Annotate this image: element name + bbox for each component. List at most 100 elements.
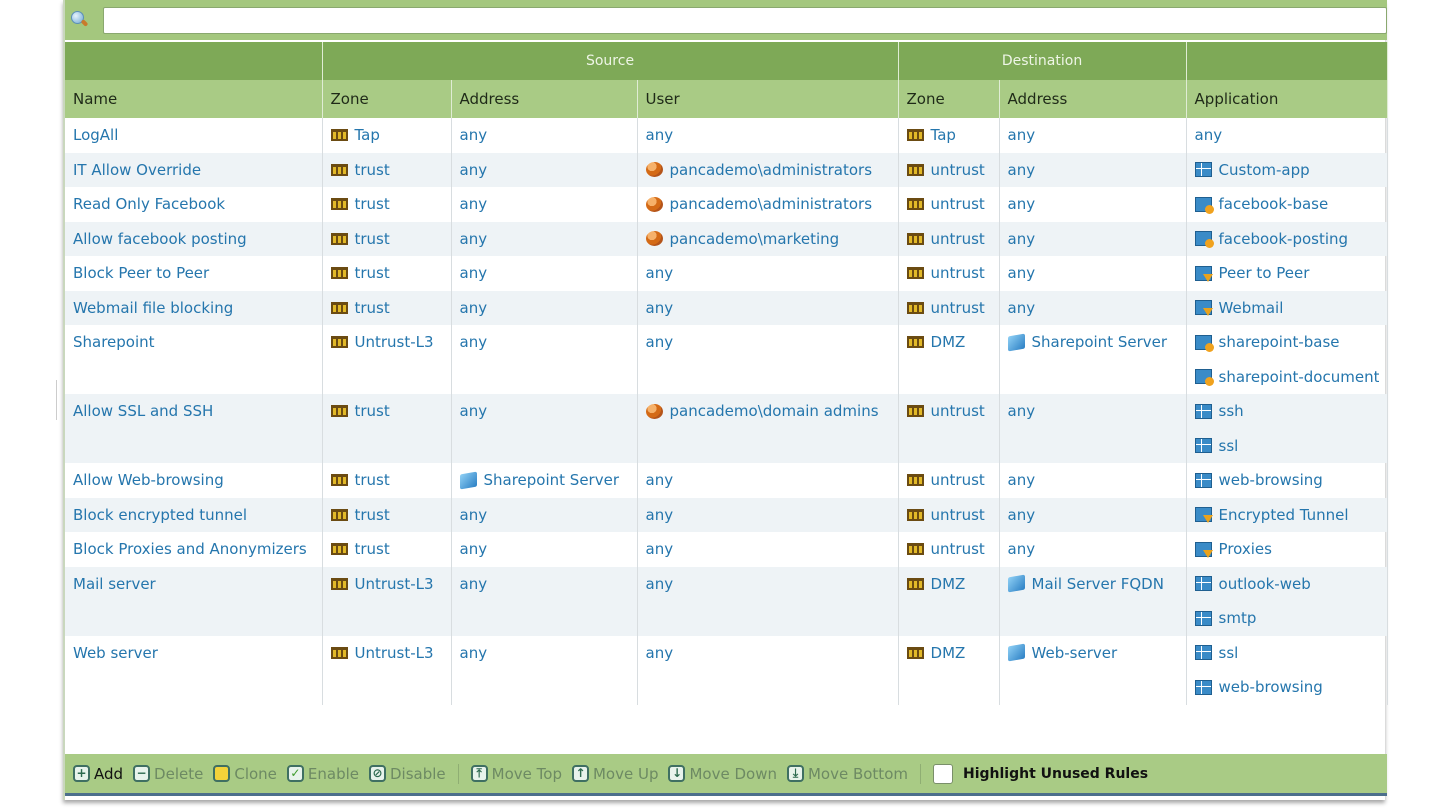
source-address[interactable]: any: [460, 187, 629, 222]
table-row[interactable]: Allow facebook posting trust any pancademo\…: [65, 221, 1388, 257]
source-address[interactable]: any: [460, 567, 629, 602]
rule-name[interactable]: IT Allow Override: [73, 153, 314, 188]
column-header-source-zone[interactable]: Zone: [322, 80, 452, 118]
clone-button[interactable]: Clone: [213, 765, 277, 783]
source-zone[interactable]: trust: [330, 532, 443, 567]
source-user[interactable]: pancademo\domain admins: [645, 394, 890, 429]
source-user[interactable]: any: [646, 532, 890, 567]
rule-name[interactable]: Allow facebook posting: [73, 222, 314, 257]
application[interactable]: ssl: [1194, 636, 1379, 671]
rule-name[interactable]: Block Peer to Peer: [73, 256, 314, 291]
destination-zone[interactable]: untrust: [906, 463, 991, 498]
source-address[interactable]: any: [460, 256, 629, 291]
destination-zone[interactable]: untrust: [906, 222, 991, 257]
rule-name[interactable]: LogAll: [73, 118, 314, 153]
destination-address[interactable]: any: [1008, 118, 1178, 153]
destination-zone[interactable]: untrust: [906, 256, 991, 291]
rule-name[interactable]: Allow Web-browsing: [73, 463, 314, 498]
destination-address[interactable]: any: [1008, 222, 1178, 257]
source-zone[interactable]: trust: [330, 187, 443, 222]
source-address[interactable]: any: [460, 118, 629, 153]
source-user[interactable]: any: [646, 567, 890, 602]
application[interactable]: smtp: [1194, 601, 1379, 636]
source-zone[interactable]: trust: [330, 291, 443, 326]
destination-zone[interactable]: untrust: [906, 498, 991, 533]
move-down-button[interactable]: ↓ Move Down: [668, 765, 777, 783]
application[interactable]: facebook-posting: [1194, 222, 1379, 257]
application[interactable]: Webmail: [1194, 291, 1379, 326]
highlight-unused-checkbox[interactable]: [932, 763, 953, 784]
destination-zone[interactable]: DMZ: [906, 325, 991, 360]
application[interactable]: Encrypted Tunnel: [1194, 498, 1379, 533]
rule-name[interactable]: Webmail file blocking: [73, 291, 314, 326]
table-row[interactable]: Allow SSL and SSH trust any pancademo\domai…: [65, 394, 1388, 463]
rule-name[interactable]: Allow SSL and SSH: [73, 394, 314, 429]
destination-address[interactable]: any: [1008, 394, 1178, 429]
enable-button[interactable]: ✓ Enable: [286, 765, 359, 783]
source-address[interactable]: any: [460, 222, 629, 257]
source-zone[interactable]: trust: [330, 153, 443, 188]
column-header-name[interactable]: Name: [65, 80, 323, 118]
rule-name[interactable]: Block Proxies and Anonymizers: [73, 532, 314, 567]
source-zone[interactable]: Untrust-L3: [330, 636, 443, 671]
column-header-destination-zone[interactable]: Zone: [898, 80, 1000, 118]
destination-zone[interactable]: Tap: [906, 118, 991, 153]
application[interactable]: ssh: [1194, 394, 1379, 429]
source-user[interactable]: any: [646, 118, 890, 153]
move-top-button[interactable]: ⤒ Move Top: [470, 765, 562, 783]
destination-address[interactable]: any: [1008, 463, 1178, 498]
table-row[interactable]: Sharepoint Untrust-L3 any any DMZ Sharepoint …: [65, 325, 1388, 395]
column-header-application[interactable]: Application: [1186, 80, 1388, 118]
source-user[interactable]: any: [646, 325, 890, 360]
application[interactable]: any: [1195, 118, 1379, 153]
source-address[interactable]: any: [460, 394, 629, 429]
source-zone[interactable]: trust: [330, 222, 443, 257]
add-button[interactable]: + Add: [73, 765, 123, 783]
source-user[interactable]: any: [646, 498, 890, 533]
source-address[interactable]: any: [460, 153, 629, 188]
destination-address[interactable]: any: [1008, 532, 1178, 567]
rule-name[interactable]: Sharepoint: [73, 325, 314, 360]
source-user[interactable]: any: [646, 463, 890, 498]
table-row[interactable]: Web server Untrust-L3 any any DMZ Web-server s…: [65, 635, 1388, 705]
application[interactable]: Custom-app: [1194, 153, 1379, 188]
table-row[interactable]: Allow Web-browsing trust Sharepoint Server…: [65, 463, 1388, 498]
rule-name[interactable]: Read Only Facebook: [73, 187, 314, 222]
source-address[interactable]: any: [460, 636, 629, 671]
source-user[interactable]: pancademo\administrators: [645, 187, 890, 222]
destination-zone[interactable]: DMZ: [906, 636, 991, 671]
destination-zone[interactable]: DMZ: [906, 567, 991, 602]
rule-name[interactable]: Mail server: [73, 567, 314, 602]
destination-address[interactable]: Mail Server FQDN: [1007, 567, 1178, 602]
source-address[interactable]: any: [460, 325, 629, 360]
column-header-user[interactable]: User: [637, 80, 899, 118]
move-bottom-button[interactable]: ⤓ Move Bottom: [786, 765, 908, 783]
panel-resize-handle[interactable]: [56, 380, 62, 420]
source-zone[interactable]: Untrust-L3: [330, 567, 443, 602]
application[interactable]: Proxies: [1194, 532, 1379, 567]
table-row[interactable]: Read Only Facebook trust any pancademo\admi…: [65, 187, 1388, 222]
destination-address[interactable]: any: [1008, 187, 1178, 222]
destination-address[interactable]: any: [1008, 256, 1178, 291]
table-row[interactable]: IT Allow Override trust any pancademo\admin…: [65, 152, 1388, 188]
table-row[interactable]: Block Peer to Peer trust any any untrust any P…: [65, 256, 1388, 291]
search-icon[interactable]: [71, 11, 89, 29]
disable-button[interactable]: ⊘ Disable: [369, 765, 446, 783]
rule-name[interactable]: Block encrypted tunnel: [73, 498, 314, 533]
destination-address[interactable]: any: [1008, 291, 1178, 326]
application[interactable]: sharepoint-document: [1194, 360, 1379, 395]
source-zone[interactable]: Untrust-L3: [330, 325, 443, 360]
destination-address[interactable]: any: [1008, 498, 1178, 533]
destination-zone[interactable]: untrust: [906, 187, 991, 222]
source-zone[interactable]: trust: [330, 463, 443, 498]
source-user[interactable]: any: [646, 291, 890, 326]
application[interactable]: outlook-web: [1194, 567, 1379, 602]
source-zone[interactable]: trust: [330, 256, 443, 291]
source-user[interactable]: any: [646, 636, 890, 671]
rule-name[interactable]: Web server: [73, 636, 314, 671]
source-user[interactable]: any: [646, 256, 890, 291]
destination-address[interactable]: any: [1008, 153, 1178, 188]
source-zone[interactable]: trust: [330, 394, 443, 429]
highlight-unused-rules-toggle[interactable]: Highlight Unused Rules: [932, 763, 1148, 784]
table-row[interactable]: Block encrypted tunnel trust any any untrust…: [65, 497, 1388, 533]
